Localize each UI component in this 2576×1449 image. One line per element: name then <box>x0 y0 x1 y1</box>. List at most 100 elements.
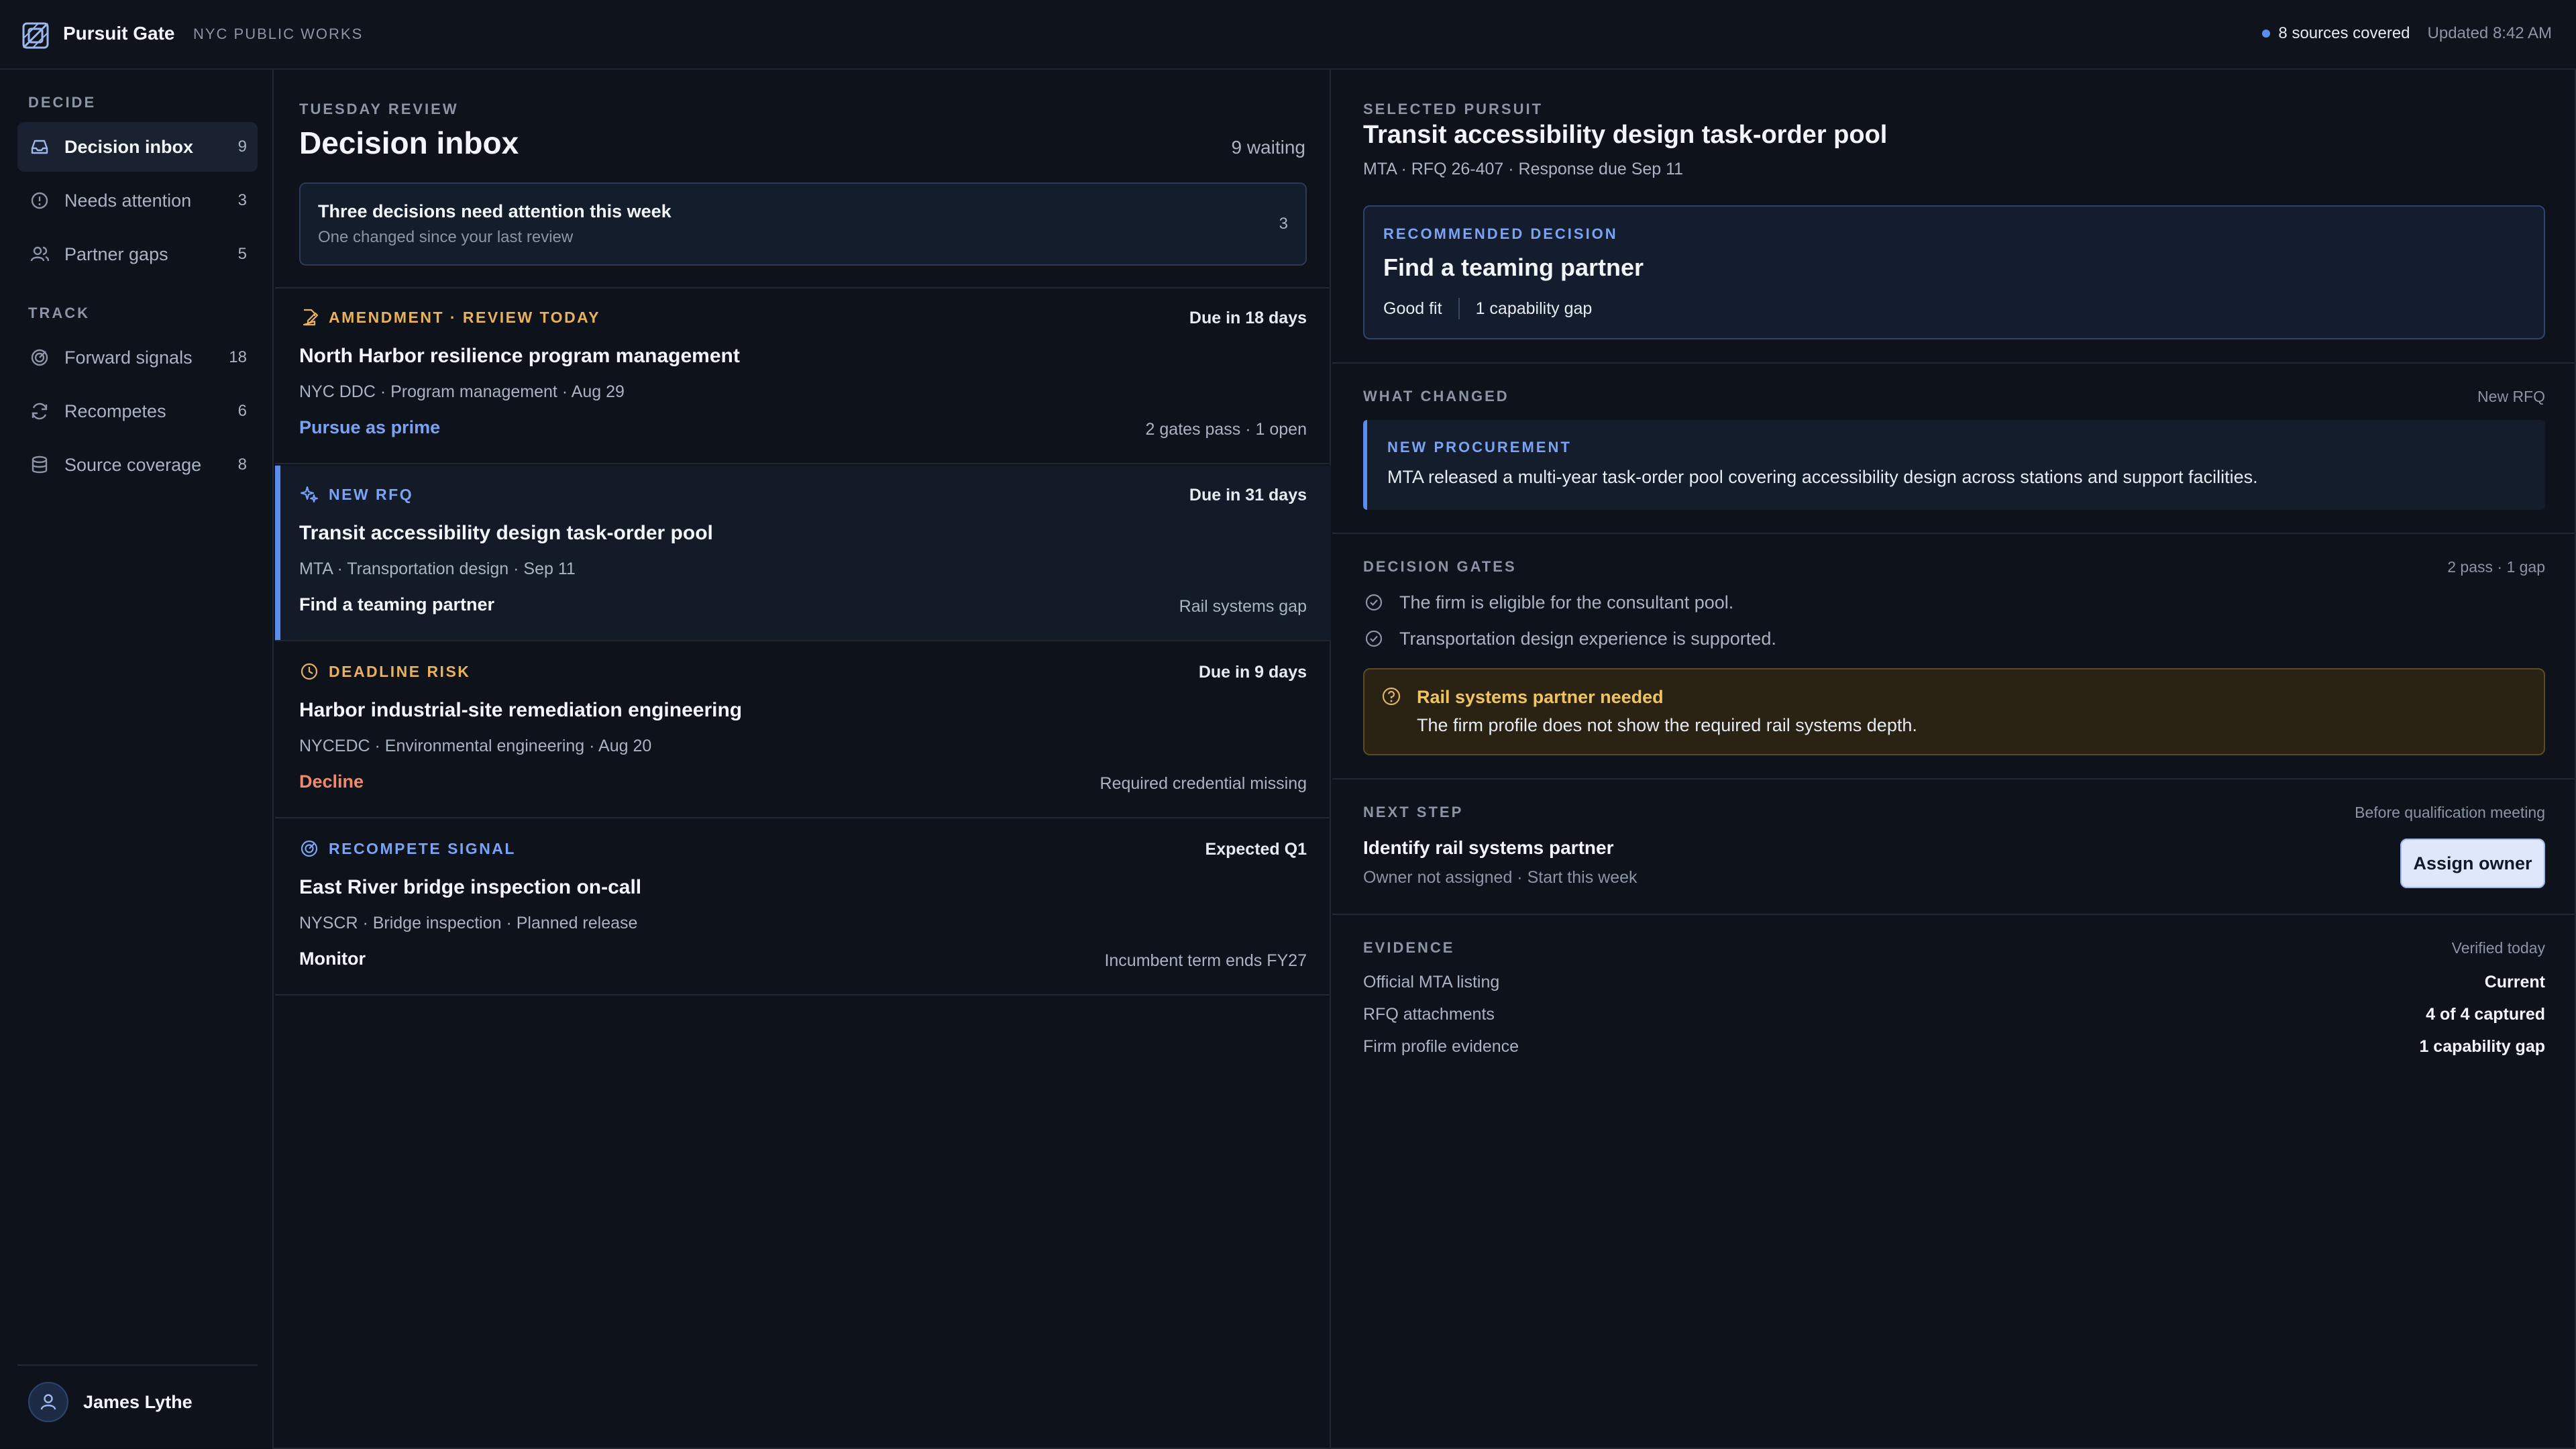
what-changed-card: NEW PROCUREMENT MTA released a multi-yea… <box>1363 420 2545 510</box>
status-dot-icon <box>2262 30 2271 38</box>
evidence-value: 1 capability gap <box>2419 1037 2545 1056</box>
card-meta: NYCEDC · Environmental engineering · Aug… <box>299 737 652 755</box>
rec-gap: 1 capability gap <box>1475 299 1593 318</box>
divider <box>17 1364 258 1366</box>
pursuit-card-harbor-industrial[interactable]: DEADLINE RISK Due in 9 days Harbor indus… <box>275 643 1331 818</box>
updated-timestamp: Updated 8:42 AM <box>2427 24 2552 42</box>
card-note: Required credential missing <box>1099 774 1307 793</box>
pursuit-card-north-harbor[interactable]: AMENDMENT · REVIEW TODAY Due in 18 days … <box>275 288 1331 464</box>
sidebar-item-label: Needs attention <box>64 190 192 211</box>
sidebar-item-count: 5 <box>237 245 247 263</box>
divider <box>1332 362 2576 364</box>
card-action[interactable]: Decline <box>299 771 364 792</box>
sidebar-item-partner-gaps[interactable]: Partner gaps 5 <box>17 229 258 279</box>
card-title: Transit accessibility design task-order … <box>299 522 713 544</box>
refresh-icon <box>28 400 51 423</box>
card-meta: NYC DDC · Program management · Aug 29 <box>299 382 625 401</box>
gate-text: Transportation design experience is supp… <box>1399 628 1776 649</box>
card-due: Expected Q1 <box>1205 840 1307 859</box>
radar-icon <box>299 839 319 859</box>
sidebar-item-recompetes[interactable]: Recompetes 6 <box>17 386 258 436</box>
sidebar: DECIDE Decision inbox 9 Needs attention … <box>0 70 274 1449</box>
pursuit-card-east-river[interactable]: RECOMPETE SIGNAL Expected Q1 East River … <box>275 820 1331 996</box>
evidence-label: EVIDENCE <box>1363 939 1455 956</box>
sidebar-item-decision-inbox[interactable]: Decision inbox 9 <box>17 122 258 172</box>
changed-eyebrow: NEW PROCUREMENT <box>1387 439 1572 455</box>
callout-title: Three decisions need attention this week <box>318 201 672 221</box>
decision-gates-label: DECISION GATES <box>1363 558 1517 575</box>
card-action[interactable]: Find a teaming partner <box>299 594 494 615</box>
next-step-label: NEXT STEP <box>1363 804 1464 820</box>
rec-eyebrow: RECOMMENDED DECISION <box>1383 225 1618 242</box>
card-tag: DEADLINE RISK <box>299 661 470 682</box>
card-action[interactable]: Pursue as prime <box>299 417 440 438</box>
detail-title: Transit accessibility design task-order … <box>1363 121 1888 149</box>
card-due: Due in 31 days <box>1189 486 1307 504</box>
evidence-key: RFQ attachments <box>1363 1005 1495 1024</box>
decision-gates-side: 2 pass · 1 gap <box>2447 558 2545 576</box>
what-changed-side: New RFQ <box>2477 388 2545 405</box>
pursuit-card-transit-accessibility[interactable]: NEW RFQ Due in 31 days Transit accessibi… <box>275 466 1331 641</box>
user-name: James Lythe <box>83 1391 193 1412</box>
gate-text: The firm is eligible for the consultant … <box>1399 592 1734 612</box>
rec-facts: Good fit 1 capability gap <box>1383 298 1592 319</box>
sidebar-item-count: 6 <box>237 402 247 420</box>
database-icon <box>28 453 51 476</box>
sidebar-item-label: Forward signals <box>64 347 193 368</box>
card-tag-label: DEADLINE RISK <box>329 662 471 680</box>
divider <box>1332 778 2576 780</box>
rec-title: Find a teaming partner <box>1383 254 1644 281</box>
check-circle-icon <box>1363 628 1385 649</box>
changed-text: MTA released a multi-year task-order poo… <box>1387 467 2258 487</box>
status-area: 8 sources covered Updated 8:42 AM <box>2262 24 2552 43</box>
card-meta: NYSCR · Bridge inspection · Planned rele… <box>299 914 638 932</box>
gate-item: The firm is eligible for the consultant … <box>1363 592 1733 613</box>
card-due: Due in 9 days <box>1198 663 1307 682</box>
waiting-count: 9 waiting <box>1231 137 1305 158</box>
user-icon <box>40 1394 56 1410</box>
card-note: Incumbent term ends FY27 <box>1104 951 1307 970</box>
divider <box>1332 914 2576 915</box>
check-circle-icon <box>1363 592 1385 613</box>
sidebar-item-count: 18 <box>229 348 247 366</box>
edit-document-icon <box>299 307 319 327</box>
brand-name[interactable]: Pursuit Gate <box>63 23 174 44</box>
pursuit-detail-panel: SELECTED PURSUIT Transit accessibility d… <box>1332 70 2576 1449</box>
radar-icon <box>28 346 51 369</box>
evidence-row: Firm profile evidence 1 capability gap <box>1363 1037 2545 1057</box>
evidence-key: Firm profile evidence <box>1363 1037 1519 1056</box>
sparkle-icon <box>299 484 319 504</box>
rec-fit: Good fit <box>1383 299 1442 318</box>
detail-eyebrow: SELECTED PURSUIT <box>1363 101 1544 117</box>
sidebar-item-source-coverage[interactable]: Source coverage 8 <box>17 440 258 490</box>
user-profile[interactable]: James Lythe <box>28 1382 193 1422</box>
org-name: NYC PUBLIC WORKS <box>193 25 364 42</box>
card-tag-label: AMENDMENT · REVIEW TODAY <box>329 308 601 326</box>
sidebar-item-label: Source coverage <box>64 454 202 475</box>
card-action[interactable]: Monitor <box>299 949 366 969</box>
next-step-side: Before qualification meeting <box>2355 804 2545 821</box>
inbox-icon <box>28 136 51 158</box>
card-note: Rail systems gap <box>1179 597 1307 616</box>
evidence-row: RFQ attachments 4 of 4 captured <box>1363 1005 2545 1024</box>
sidebar-item-label: Partner gaps <box>64 244 168 264</box>
gate-item: Transportation design experience is supp… <box>1363 628 1776 649</box>
warning-title: Rail systems partner needed <box>1417 687 1664 707</box>
card-tag-label: NEW RFQ <box>329 485 414 503</box>
sources-status[interactable]: 8 sources covered <box>2262 24 2410 43</box>
top-bar: Pursuit Gate NYC PUBLIC WORKS 8 sources … <box>0 0 2576 70</box>
sidebar-item-needs-attention[interactable]: Needs attention 3 <box>17 176 258 225</box>
sidebar-item-count: 8 <box>237 455 247 474</box>
sidebar-item-forward-signals[interactable]: Forward signals 18 <box>17 333 258 382</box>
divider <box>1332 533 2576 534</box>
page-title: Decision inbox <box>299 125 519 160</box>
sidebar-item-label: Decision inbox <box>64 136 194 157</box>
evidence-side: Verified today <box>2451 939 2545 957</box>
evidence-row: Official MTA listing Current <box>1363 973 2545 992</box>
card-tag: AMENDMENT · REVIEW TODAY <box>299 307 600 327</box>
attention-callout[interactable]: Three decisions need attention this week… <box>299 182 1307 266</box>
callout-count: 3 <box>1279 215 1288 233</box>
callout-subtitle: One changed since your last review <box>318 228 574 246</box>
assign-owner-button[interactable]: Assign owner <box>2400 839 2545 888</box>
next-step-meta: Owner not assigned · Start this week <box>1363 868 1638 887</box>
